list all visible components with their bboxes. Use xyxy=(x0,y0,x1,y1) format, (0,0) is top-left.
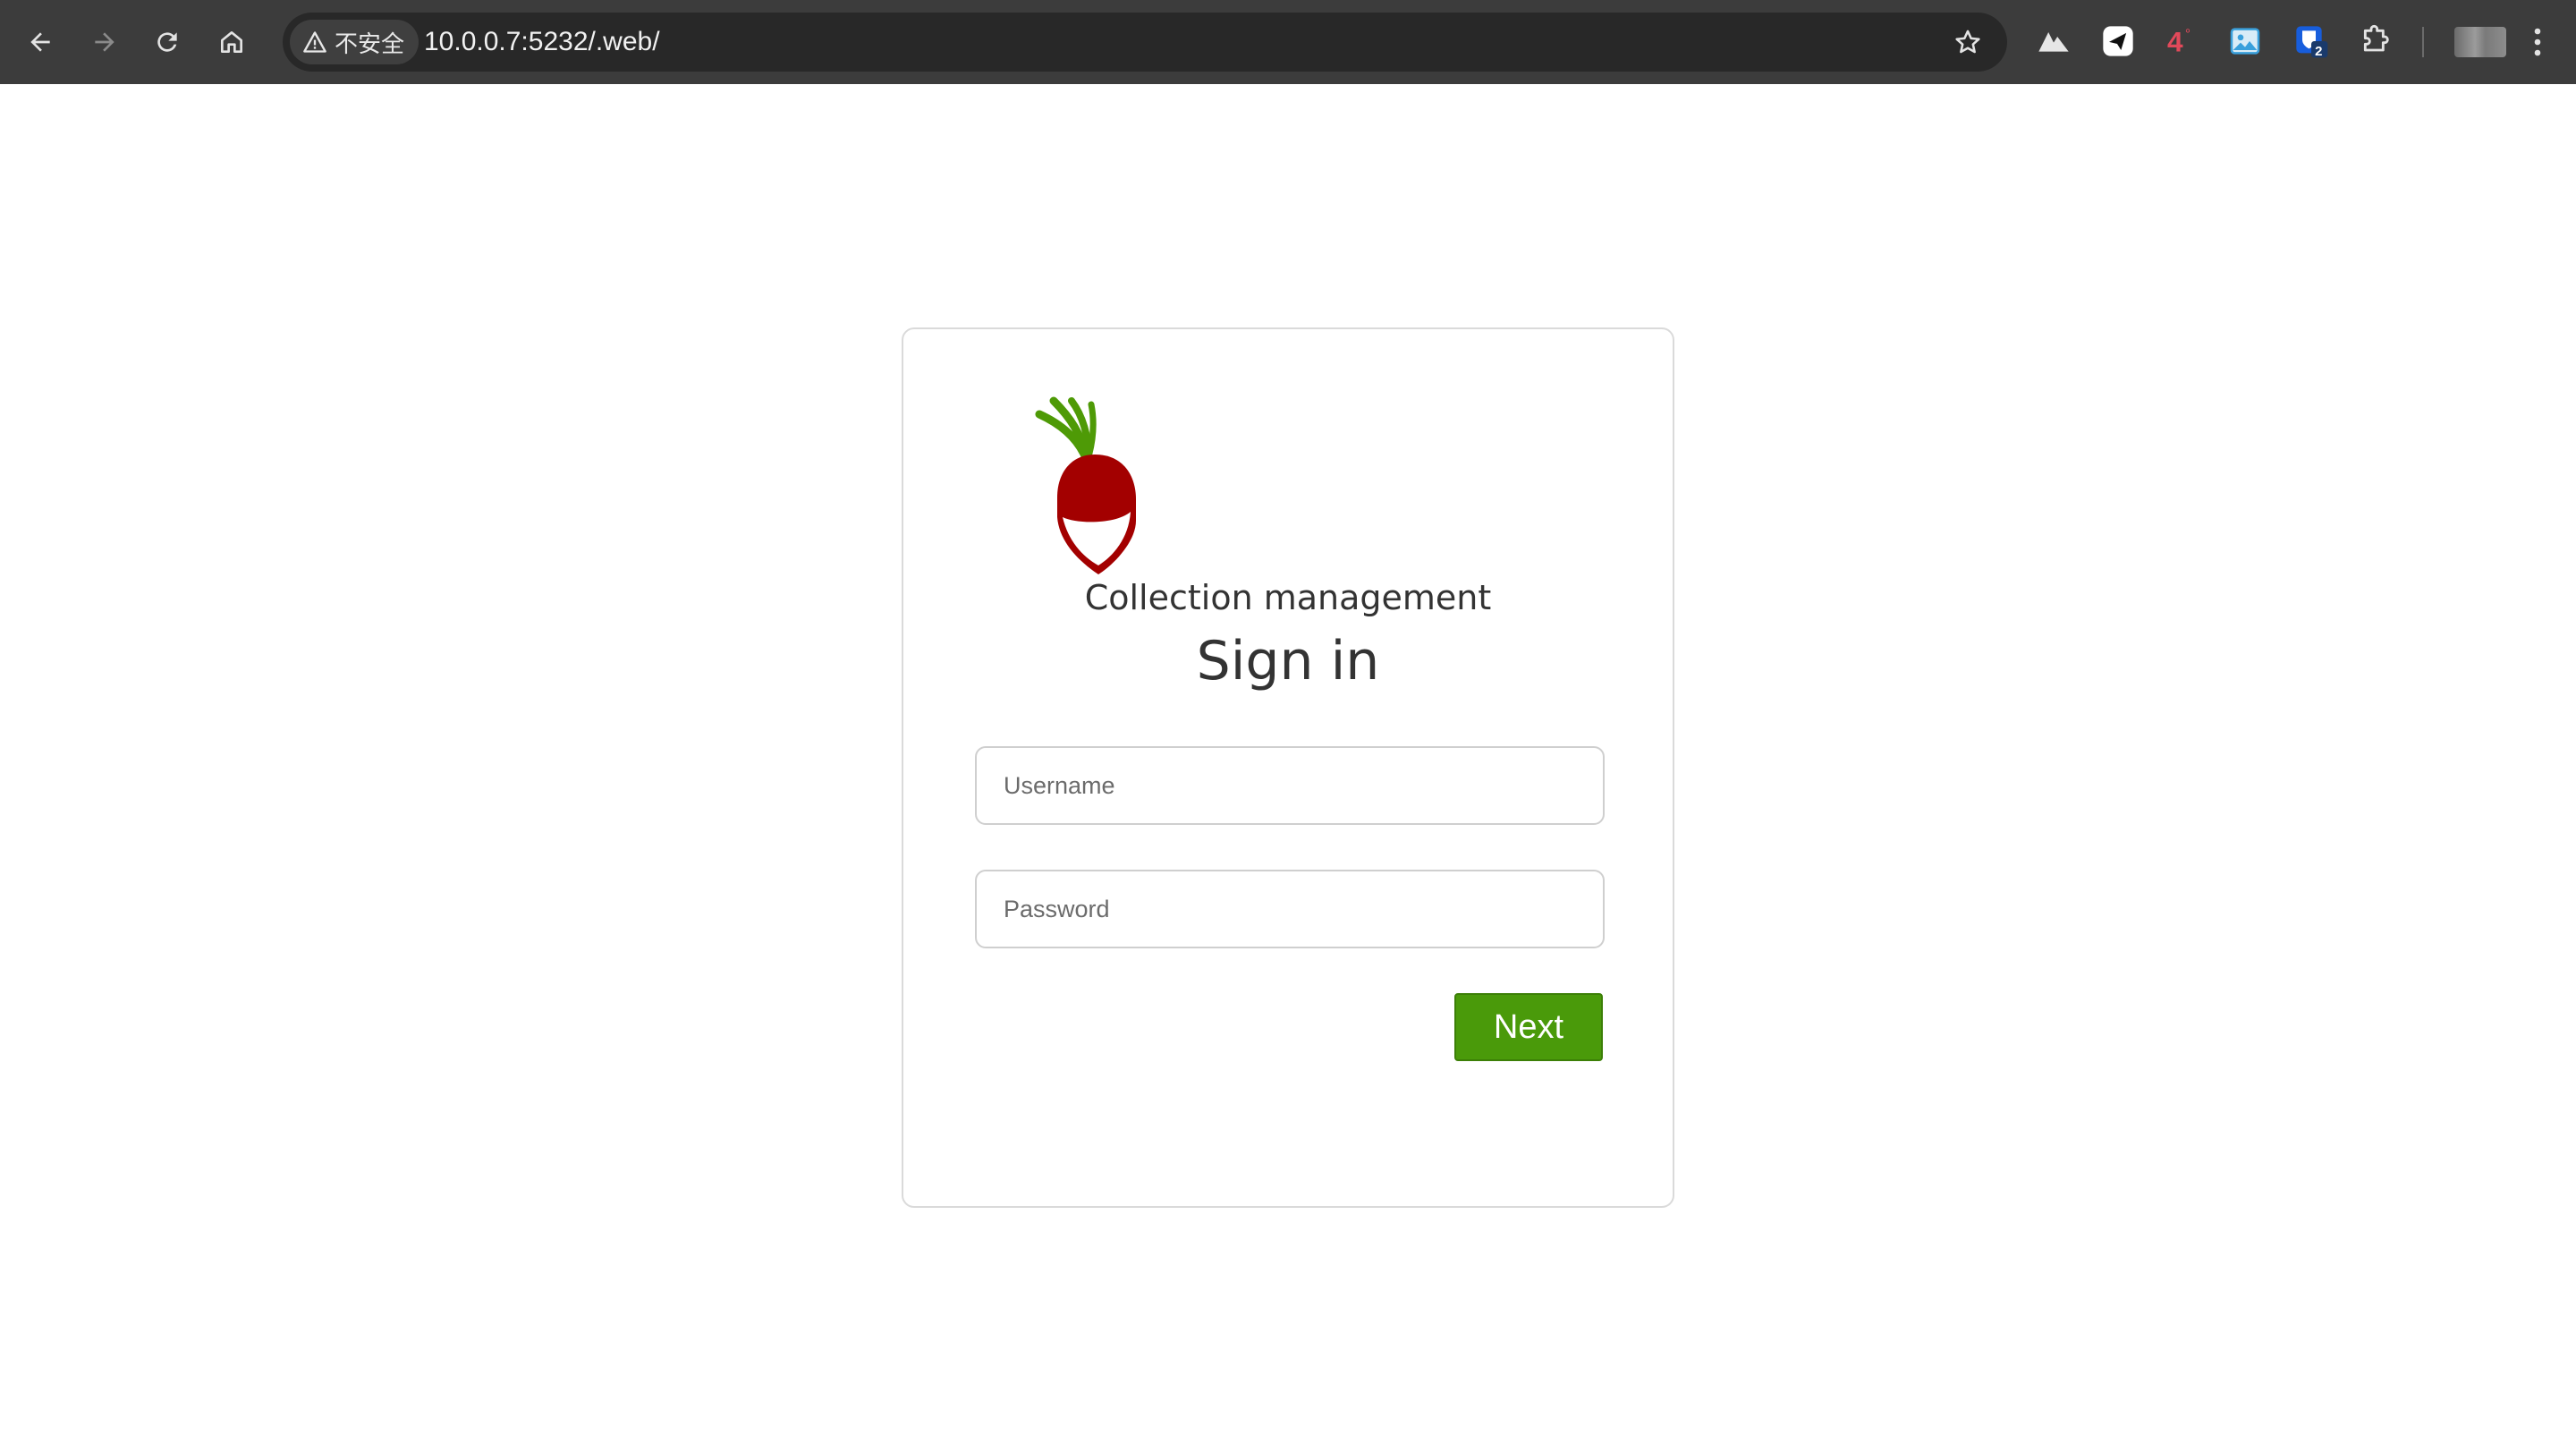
radish-logo-icon xyxy=(1035,396,1136,574)
reload-button[interactable] xyxy=(141,16,193,68)
security-label: 不安全 xyxy=(335,30,405,58)
home-button[interactable] xyxy=(206,16,258,68)
arrow-left-icon xyxy=(30,32,50,52)
temperature-icon: 4 ° xyxy=(2167,26,2190,58)
svg-text:°: ° xyxy=(2185,27,2190,42)
extension-send[interactable] xyxy=(2098,21,2138,61)
back-button[interactable] xyxy=(14,16,66,68)
home-icon xyxy=(221,31,242,53)
shield-icon: 2 xyxy=(2296,26,2328,59)
svg-text:4: 4 xyxy=(2167,26,2183,58)
page-title: Sign in xyxy=(1196,630,1380,693)
extension-image[interactable] xyxy=(2225,21,2265,61)
toolbar-divider xyxy=(2422,27,2424,57)
reload-icon xyxy=(157,32,177,52)
extension-mountain[interactable] xyxy=(2034,21,2073,61)
warning-icon xyxy=(303,31,326,53)
login-card: Collection management Sign in Next xyxy=(902,327,1674,1208)
svg-text:2: 2 xyxy=(2315,44,2322,59)
app-subtitle: Collection management xyxy=(1084,578,1492,617)
send-icon xyxy=(2103,26,2133,56)
forward-button[interactable] xyxy=(79,16,131,68)
extensions-menu-button[interactable] xyxy=(2356,21,2395,61)
profile-avatar[interactable] xyxy=(2454,27,2506,57)
extension-bitwarden[interactable]: 2 xyxy=(2292,21,2331,61)
puzzle-icon xyxy=(2363,25,2389,52)
star-icon xyxy=(1955,30,1980,54)
url-text[interactable]: 10.0.0.7:5232/.web/ xyxy=(424,13,660,72)
next-button[interactable]: Next xyxy=(1454,993,1603,1061)
mountain-icon xyxy=(2038,32,2069,52)
arrow-right-icon xyxy=(95,32,114,52)
address-bar[interactable]: 不安全 10.0.0.7:5232/.web/ xyxy=(283,13,2007,72)
bookmark-button[interactable] xyxy=(1946,21,1989,64)
username-input[interactable] xyxy=(975,746,1605,825)
more-vertical-icon xyxy=(2534,28,2541,56)
extension-temperature[interactable]: 4 ° xyxy=(2161,21,2200,61)
password-input[interactable] xyxy=(975,870,1605,948)
browser-toolbar: 不安全 10.0.0.7:5232/.web/ 4 ° 2 xyxy=(0,0,2576,84)
site-security-chip[interactable]: 不安全 xyxy=(290,20,419,64)
browser-menu-button[interactable] xyxy=(2524,21,2551,63)
image-icon xyxy=(2230,28,2260,55)
